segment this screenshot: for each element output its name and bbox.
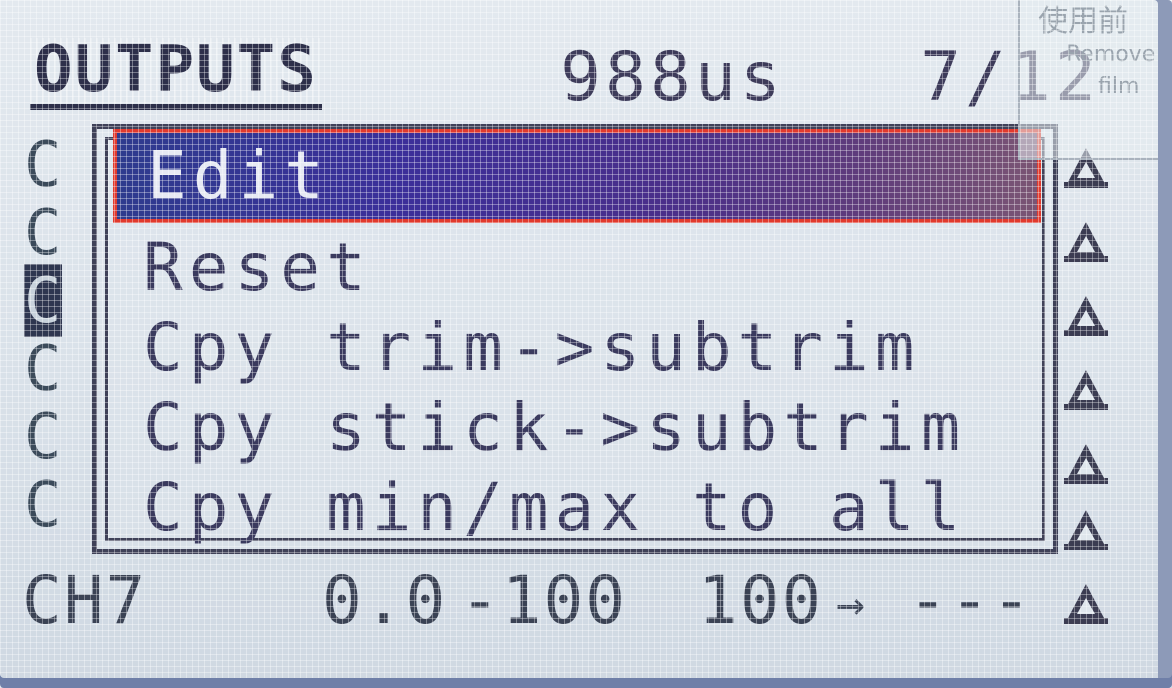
background-row-prefix: C	[24, 196, 62, 269]
arrow-right-icon: →	[836, 576, 867, 632]
film-text-film: film	[1098, 74, 1140, 99]
channel-min: -100	[460, 562, 627, 639]
lcd-screen: OUTPUTS 988us 7/12 C C C C C C Edit Rese…	[0, 0, 1172, 688]
menu-item-copy-stick-to-subtrim[interactable]: Cpy stick->subtrim	[143, 389, 966, 466]
menu-item-copy-trim-to-subtrim[interactable]: Cpy trim->subtrim	[143, 309, 921, 386]
channel-source: ---	[908, 562, 1034, 639]
menu-item-copy-min-max-to-all[interactable]: Cpy min/max to all	[143, 469, 966, 546]
background-row-prefix: C	[24, 400, 62, 473]
film-text-remove: Remove	[1066, 42, 1156, 67]
protective-film-label: 使用前 Remove film	[1018, 0, 1172, 160]
channel-offset: 0.0	[322, 562, 448, 639]
menu-item-reset[interactable]: Reset	[143, 229, 372, 306]
menu-item-edit[interactable]: Edit	[113, 129, 1041, 223]
channel-label: CH7	[22, 562, 148, 639]
background-row-prefix-selected: C	[24, 264, 62, 337]
page-title: OUTPUTS	[30, 38, 322, 110]
pulse-readout: 988us	[560, 38, 785, 117]
context-menu: Edit Reset Cpy trim->subtrim Cpy stick->…	[92, 124, 1058, 554]
background-row-prefix: C	[24, 468, 62, 541]
channel-max: 100	[698, 562, 824, 639]
film-text-chinese: 使用前	[1038, 4, 1128, 39]
background-row-prefix: C	[24, 128, 62, 201]
background-row-prefix: C	[24, 332, 62, 405]
